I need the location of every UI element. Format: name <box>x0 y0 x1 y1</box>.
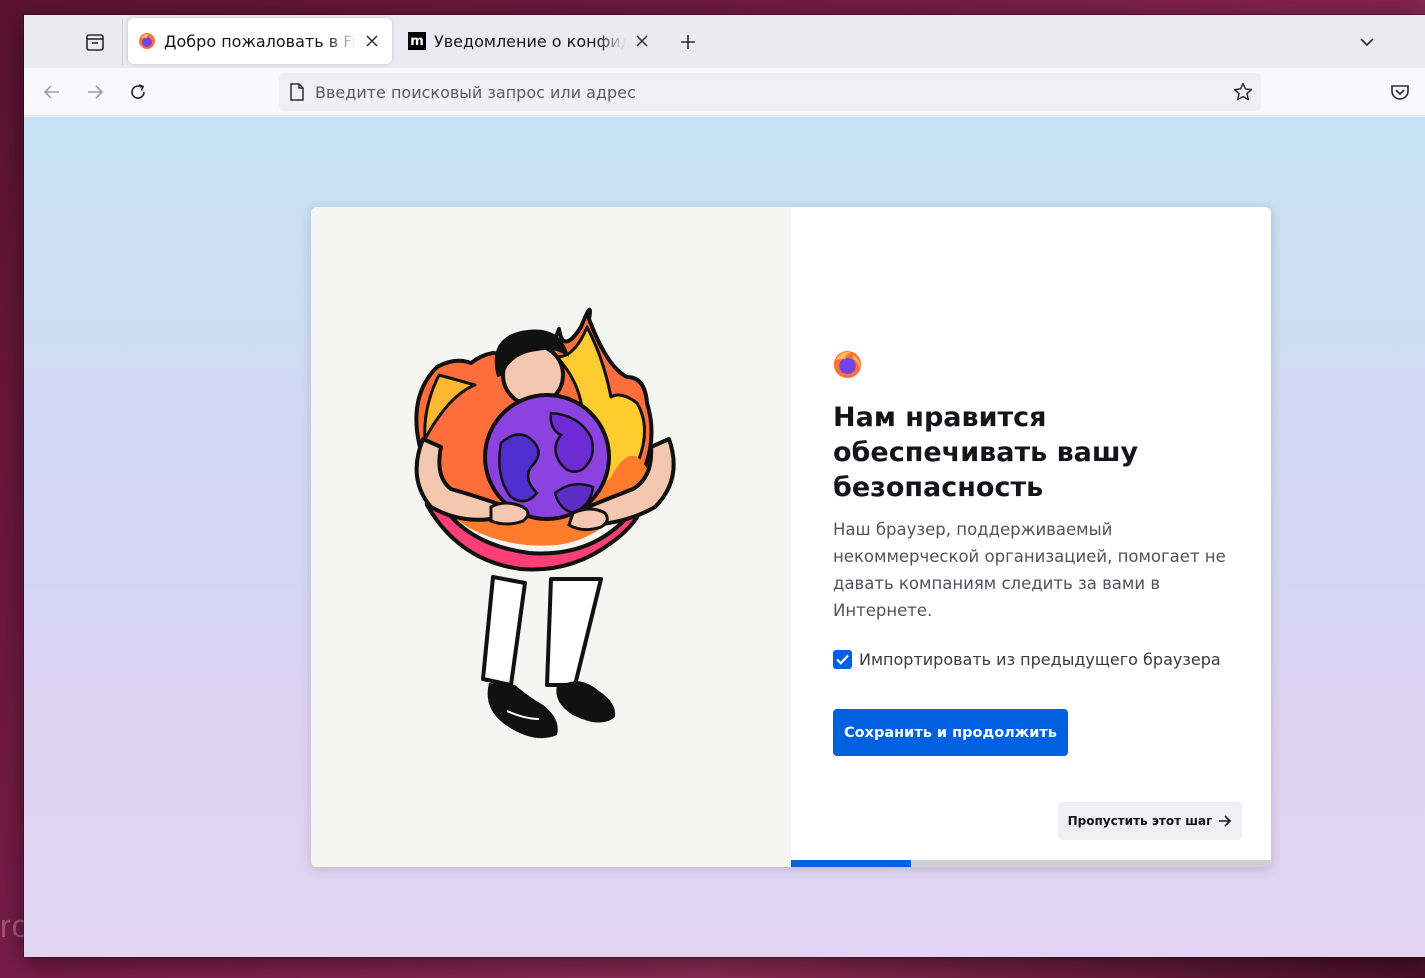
firefox-view-icon <box>86 34 104 51</box>
tab-welcome[interactable]: Добро пожаловать в Firefox <box>128 18 392 64</box>
content-panel: Нам нравится обеспечивать вашу безопасно… <box>791 207 1271 860</box>
page-content: Нам нравится обеспечивать вашу безопасно… <box>24 117 1425 957</box>
url-input[interactable] <box>315 82 1195 102</box>
onboarding-heading: Нам нравится обеспечивать вашу безопасно… <box>833 402 1139 503</box>
firefox-view-button[interactable] <box>80 28 110 56</box>
reload-button[interactable] <box>124 78 152 106</box>
arrow-left-icon <box>43 85 59 99</box>
close-tab-button[interactable] <box>362 31 382 51</box>
import-checkbox-label: Импортировать из предыдущего браузера <box>859 650 1221 669</box>
illustration-panel <box>311 207 791 867</box>
close-icon <box>366 35 378 47</box>
tab-title: Уведомление о конфиденциальности <box>434 31 626 51</box>
import-checkbox-row[interactable]: Импортировать из предыдущего браузера <box>833 650 1221 669</box>
onboarding-card: Нам нравится обеспечивать вашу безопасно… <box>311 207 1271 867</box>
navigation-toolbar <box>24 68 1425 116</box>
pocket-button[interactable] <box>1386 78 1414 106</box>
browser-window: Добро пожаловать в Firefox m Уведомление… <box>24 15 1425 957</box>
import-checkbox[interactable] <box>833 650 852 669</box>
arrow-right-icon <box>1219 815 1232 827</box>
tab-strip: Добро пожаловать в Firefox m Уведомление… <box>24 15 1425 68</box>
skip-step-button[interactable]: Пропустить этот шаг <box>1058 802 1242 840</box>
person-hugging-firefox-illustration <box>414 307 676 739</box>
bookmark-star-button[interactable] <box>1233 82 1253 102</box>
tab-divider <box>122 19 123 65</box>
back-button[interactable] <box>38 78 66 106</box>
address-bar[interactable] <box>279 73 1261 111</box>
checkmark-icon <box>836 654 849 665</box>
list-all-tabs-button[interactable] <box>1352 28 1382 56</box>
skip-step-label: Пропустить этот шаг <box>1067 814 1213 828</box>
arrow-right-icon <box>88 85 104 99</box>
tab-privacy-notice[interactable]: m Уведомление о конфиденциальности <box>398 18 662 64</box>
reload-icon <box>131 84 145 99</box>
onboarding-subtitle: Наш браузер, поддерживаемый некоммерческ… <box>833 520 1226 620</box>
onboarding-progress-bar <box>791 860 1271 867</box>
star-icon <box>1233 82 1253 101</box>
close-icon <box>636 35 648 47</box>
firefox-logo-icon <box>833 350 862 379</box>
mozilla-m-icon: m <box>408 32 426 50</box>
pocket-icon <box>1391 85 1409 100</box>
chevron-down-icon <box>1360 38 1374 47</box>
close-tab-button[interactable] <box>632 31 652 51</box>
plus-icon <box>681 35 695 49</box>
firefox-icon <box>139 33 155 49</box>
onboarding-progress-fill <box>791 860 911 867</box>
tab-title: Добро пожаловать в Firefox <box>164 31 356 51</box>
new-tab-button[interactable] <box>674 28 702 56</box>
page-icon <box>289 83 305 101</box>
forward-button[interactable] <box>81 78 109 106</box>
save-and-continue-button[interactable]: Сохранить и продолжить <box>833 709 1068 756</box>
